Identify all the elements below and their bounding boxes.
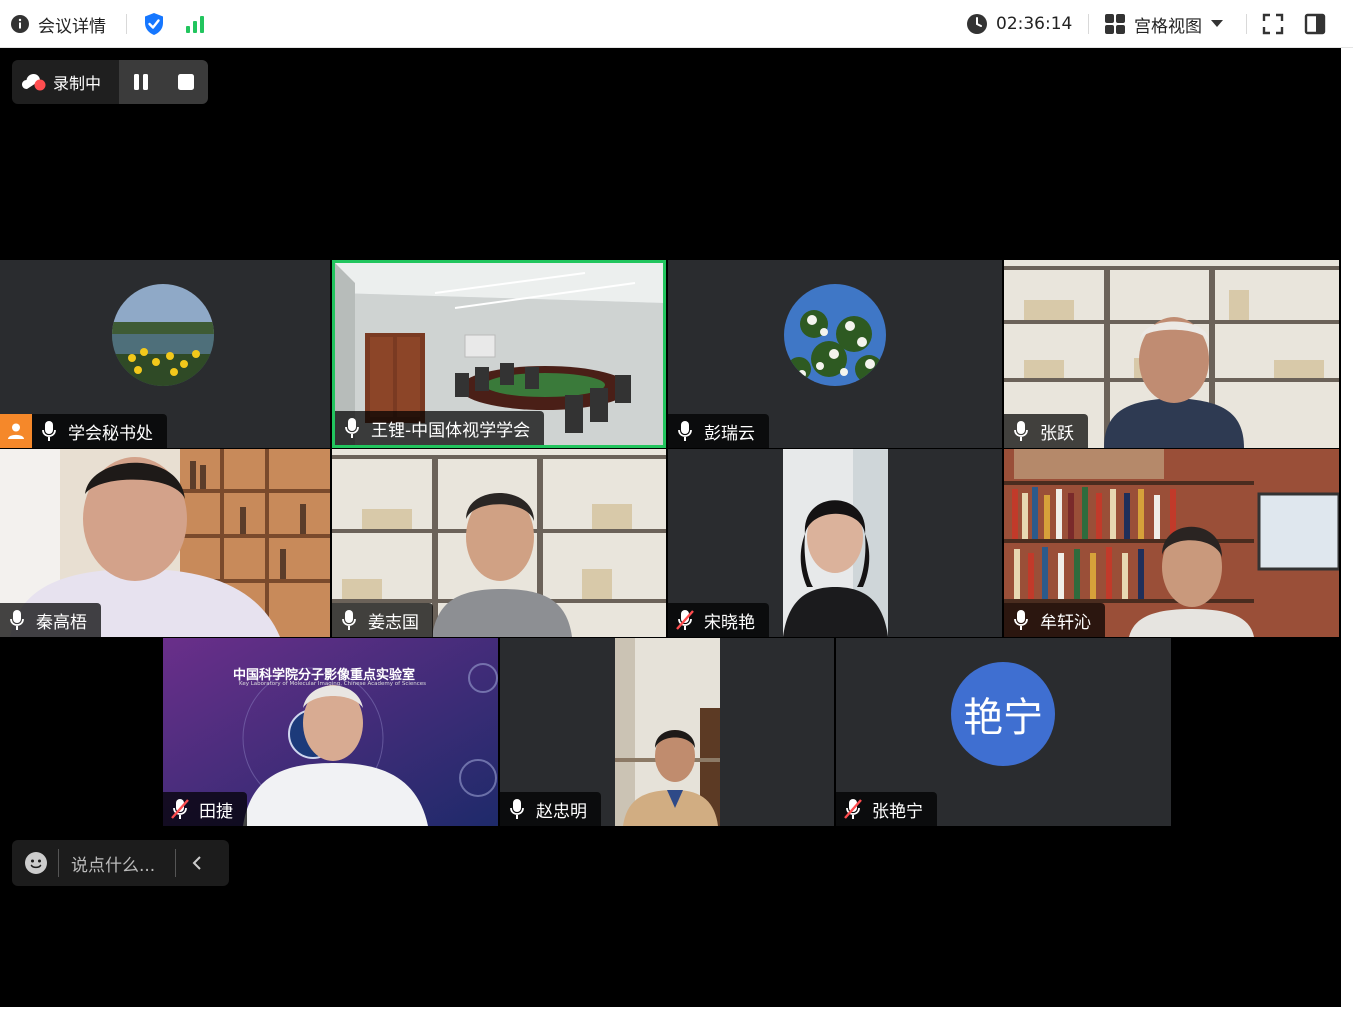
meeting-timer: 02:36:14 bbox=[966, 0, 1072, 48]
participant-avatar bbox=[784, 284, 886, 386]
signal-bars-icon bbox=[186, 16, 204, 33]
participant-name: 彭瑞云 bbox=[704, 423, 755, 444]
fullscreen-button[interactable] bbox=[1262, 0, 1284, 48]
video-tile-songxiaoyan[interactable]: 宋晓艳 bbox=[668, 449, 1002, 637]
participant-label: 赵忠明 bbox=[500, 792, 601, 826]
participant-label: 王锂-中国体视学学会 bbox=[335, 411, 545, 445]
participant-label: 张艳宁 bbox=[836, 792, 937, 826]
shield-check-icon bbox=[145, 13, 163, 35]
participant-avatar: 艳宁 bbox=[951, 662, 1055, 766]
microphone-icon bbox=[4, 603, 30, 637]
participant-video bbox=[783, 449, 888, 637]
participant-label: 张跃 bbox=[1004, 414, 1088, 448]
participant-label: 秦高梧 bbox=[0, 603, 101, 637]
fullscreen-icon bbox=[1262, 13, 1284, 35]
video-tile-zhangyanning[interactable]: 艳宁 张艳宁 bbox=[836, 638, 1171, 826]
recording-status: 录制中 bbox=[12, 60, 119, 104]
microphone-icon bbox=[672, 414, 698, 448]
grid-view-icon bbox=[1105, 14, 1125, 34]
video-tile-tianjie[interactable]: 中国科学院分子影像重点实验室 Key Laboratory of Molecul… bbox=[163, 638, 498, 826]
meeting-info-label: 会议详情 bbox=[38, 16, 106, 37]
info-icon bbox=[11, 15, 29, 33]
microphone-icon bbox=[1008, 414, 1034, 448]
microphone-icon bbox=[336, 603, 362, 637]
microphone-icon bbox=[339, 411, 365, 445]
participant-name: 宋晓艳 bbox=[704, 612, 755, 633]
window-bottom-edge bbox=[0, 1007, 1341, 1017]
recording-cloud-icon bbox=[22, 74, 46, 91]
participant-name: 王锂-中国体视学学会 bbox=[371, 420, 531, 441]
top-toolbar: 会议详情 02:36:14 宫格视图 bbox=[0, 0, 1353, 48]
video-tile-pengruiyun[interactable]: 彭瑞云 bbox=[668, 260, 1002, 448]
participant-name: 赵忠明 bbox=[536, 801, 587, 822]
participant-video bbox=[615, 638, 720, 826]
video-tile-qingaowu[interactable]: 秦高梧 bbox=[0, 449, 330, 637]
recording-label: 录制中 bbox=[53, 74, 102, 93]
microphone-muted-icon bbox=[840, 792, 866, 826]
security-shield-button[interactable] bbox=[143, 0, 165, 48]
meeting-info-button[interactable]: 会议详情 bbox=[10, 0, 106, 48]
chat-bar: 说点什么... bbox=[12, 840, 229, 886]
participant-label: 彭瑞云 bbox=[668, 414, 769, 448]
participant-label: 学会秘书处 bbox=[0, 414, 167, 448]
video-tile-jiangzhiguo[interactable]: 姜志国 bbox=[332, 449, 666, 637]
view-mode-dropdown[interactable]: 宫格视图 bbox=[1104, 0, 1224, 48]
video-tile-zhangyue[interactable]: 张跃 bbox=[1004, 260, 1339, 448]
participant-name: 秦高梧 bbox=[36, 612, 87, 633]
microphone-muted-icon bbox=[672, 603, 698, 637]
participant-name: 张跃 bbox=[1040, 423, 1074, 444]
microphone-muted-icon bbox=[167, 792, 193, 826]
participant-name: 姜志国 bbox=[368, 612, 419, 633]
microphone-icon bbox=[1008, 603, 1034, 637]
sidebar-toggle-button[interactable] bbox=[1304, 0, 1326, 48]
sidebar-panel-icon bbox=[1304, 13, 1326, 35]
timer-value: 02:36:14 bbox=[996, 14, 1073, 34]
clock-icon bbox=[967, 14, 987, 34]
microphone-icon bbox=[36, 414, 62, 448]
participant-label: 牟轩沁 bbox=[1004, 603, 1105, 637]
video-tile-mouxuanqin[interactable]: 牟轩沁 bbox=[1004, 449, 1339, 637]
video-tile-xuehuimishuchu[interactable]: 学会秘书处 bbox=[0, 260, 330, 448]
stop-recording-button[interactable] bbox=[176, 72, 196, 92]
participant-label: 姜志国 bbox=[332, 603, 433, 637]
collapse-chevron-icon[interactable] bbox=[190, 855, 204, 871]
video-tile-zhaozhongming[interactable]: 赵忠明 bbox=[500, 638, 834, 826]
recording-control: 录制中 bbox=[12, 60, 208, 104]
chat-input[interactable]: 说点什么... bbox=[71, 851, 175, 876]
pause-recording-button[interactable] bbox=[131, 72, 151, 92]
participant-name: 田捷 bbox=[199, 801, 233, 822]
participant-label: 田捷 bbox=[163, 792, 247, 826]
window-right-edge bbox=[1341, 48, 1353, 1017]
participant-avatar bbox=[112, 284, 214, 386]
participant-name: 学会秘书处 bbox=[68, 423, 153, 444]
video-tile-wangli[interactable]: 王锂-中国体视学学会 bbox=[332, 260, 666, 448]
participant-name: 张艳宁 bbox=[872, 801, 923, 822]
recording-buttons bbox=[119, 60, 208, 104]
view-mode-label: 宫格视图 bbox=[1134, 16, 1202, 37]
host-badge-icon bbox=[0, 414, 32, 448]
microphone-icon bbox=[504, 792, 530, 826]
emoji-button[interactable] bbox=[24, 851, 48, 875]
lab-subtitle-text: Key Laboratory of Molecular Imaging, Chi… bbox=[239, 681, 427, 687]
network-signal-button[interactable] bbox=[185, 0, 207, 48]
caret-down-icon bbox=[1211, 20, 1223, 27]
participant-name: 牟轩沁 bbox=[1040, 612, 1091, 633]
avatar-initials: 艳宁 bbox=[963, 695, 1043, 741]
participant-label: 宋晓艳 bbox=[668, 603, 769, 637]
